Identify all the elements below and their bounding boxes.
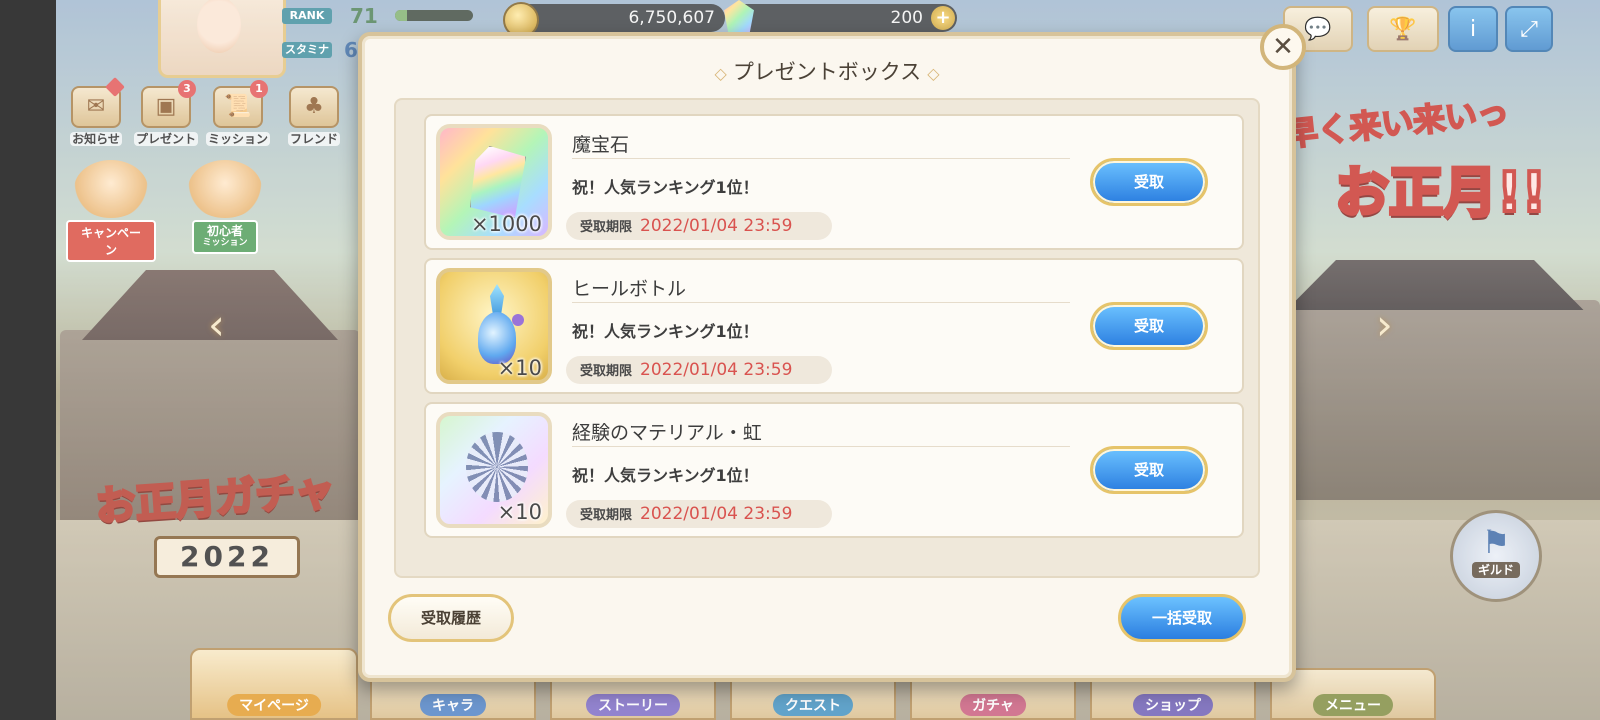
title-ornament-icon: ◇ <box>714 63 727 83</box>
potion-shape <box>478 284 524 364</box>
deadline-pill: 受取期限 2022/01/04 23:59 <box>566 212 832 240</box>
receive-button[interactable]: 受取 <box>1090 158 1208 206</box>
receive-button[interactable]: 受取 <box>1090 302 1208 350</box>
item-description: 祝！人気ランキング1位！ <box>572 466 759 485</box>
item-quantity: ×10 <box>497 356 542 380</box>
present-box-dialog: ◇ プレゼントボックス ◇ ×1000 魔宝石 祝！人気ランキング1位！ 受取期限 2… <box>358 32 1296 682</box>
item-quantity: ×1000 <box>470 212 542 236</box>
divider <box>572 446 1070 447</box>
close-icon[interactable]: ✕ <box>1260 24 1306 70</box>
item-name: 経験のマテリアル・虹 <box>572 422 762 444</box>
present-item: ×10 経験のマテリアル・虹 祝！人気ランキング1位！ 受取期限 2022/01/… <box>424 402 1244 538</box>
rainbow-material-icon: ×10 <box>436 412 552 528</box>
item-name: ヒールボトル <box>572 278 687 300</box>
deadline-label: 受取期限 <box>580 364 633 379</box>
deadline-pill: 受取期限 2022/01/04 23:59 <box>566 500 832 528</box>
potion-bottle-icon: ×10 <box>436 268 552 384</box>
material-shape <box>466 432 528 502</box>
deadline-value: 2022/01/04 23:59 <box>640 504 793 524</box>
item-quantity: ×10 <box>497 500 542 524</box>
receive-all-button[interactable]: 一括受取 <box>1118 594 1246 642</box>
present-item: ×10 ヒールボトル 祝！人気ランキング1位！ 受取期限 2022/01/04 2… <box>424 258 1244 394</box>
deadline-label: 受取期限 <box>580 508 633 523</box>
deadline-label: 受取期限 <box>580 220 633 235</box>
deadline-pill: 受取期限 2022/01/04 23:59 <box>566 356 832 384</box>
present-list[interactable]: ×1000 魔宝石 祝！人気ランキング1位！ 受取期限 2022/01/04 23… <box>394 98 1260 578</box>
dialog-title-text: プレゼントボックス <box>732 60 922 84</box>
dialog-title: ◇ プレゼントボックス ◇ <box>362 56 1292 86</box>
crystal-shape <box>470 146 526 218</box>
divider <box>572 158 1070 159</box>
deadline-value: 2022/01/04 23:59 <box>640 360 793 380</box>
receive-button[interactable]: 受取 <box>1090 446 1208 494</box>
divider <box>572 302 1070 303</box>
item-description: 祝！人気ランキング1位！ <box>572 322 759 341</box>
receive-history-button[interactable]: 受取履歴 <box>388 594 514 642</box>
item-name: 魔宝石 <box>572 134 630 156</box>
present-item: ×1000 魔宝石 祝！人気ランキング1位！ 受取期限 2022/01/04 23… <box>424 114 1244 250</box>
item-description: 祝！人気ランキング1位！ <box>572 178 759 197</box>
title-ornament-icon: ◇ <box>927 63 940 83</box>
deadline-value: 2022/01/04 23:59 <box>640 216 793 236</box>
rainbow-gem-icon: ×1000 <box>436 124 552 240</box>
